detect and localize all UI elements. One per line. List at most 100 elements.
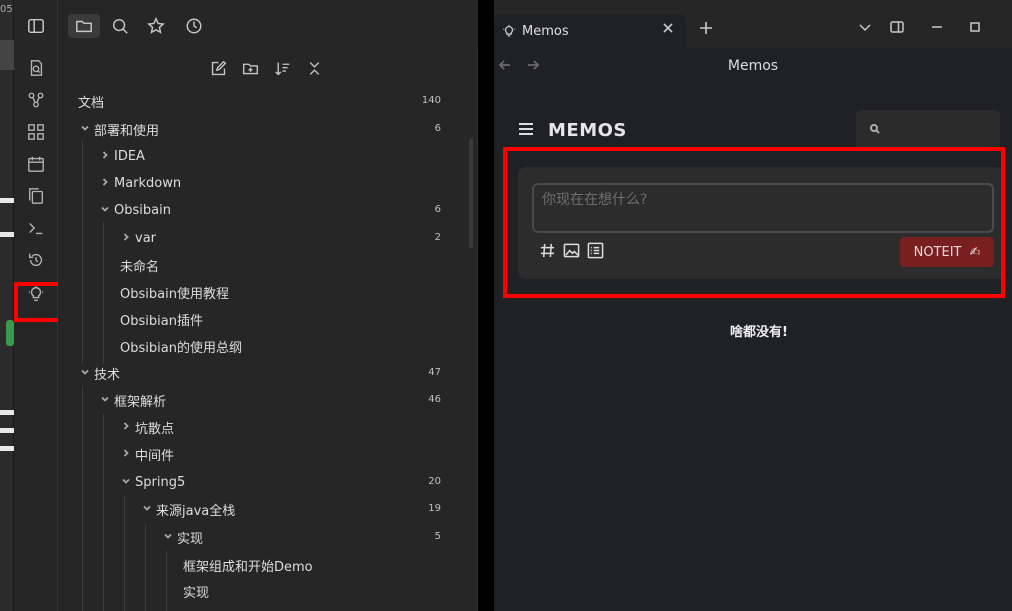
tree-folder-label: 实现 <box>177 531 204 547</box>
memos-search-box[interactable] <box>856 110 1000 150</box>
tab-title: Memos <box>522 23 569 39</box>
explorer-scrollbar[interactable] <box>469 138 473 248</box>
tree-folder[interactable]: 实现 <box>161 526 203 548</box>
sidebar-toggle-icon[interactable] <box>24 14 48 38</box>
chevron-down-icon <box>78 123 92 136</box>
tree-folder-label: Spring5 <box>135 474 186 490</box>
tree-folder[interactable]: Spring5 <box>119 471 185 493</box>
external-bar <box>0 410 14 415</box>
memos-pane: Memos Memos MEMOS 你现在在想什么? NOTEIT ✍ 啥都没有… <box>494 0 1012 611</box>
recent-clock-icon[interactable] <box>182 14 206 38</box>
hamburger-menu-icon[interactable] <box>518 121 534 141</box>
tree-item-count: 2 <box>434 232 441 243</box>
chevron-down-icon <box>119 476 133 489</box>
tree-guide <box>124 496 125 611</box>
copy-pages-icon[interactable] <box>26 186 46 206</box>
tree-folder-label: var <box>135 230 157 246</box>
close-icon[interactable] <box>662 22 678 38</box>
tree-item-count: 6 <box>434 123 441 134</box>
external-window-edge: 05 <box>0 0 14 611</box>
maximize-icon[interactable] <box>966 18 984 36</box>
file-explorer-folder-icon[interactable] <box>68 14 100 38</box>
tree-root-label: 文档 <box>78 95 105 111</box>
calendar-icon[interactable] <box>26 154 46 174</box>
tree-file[interactable]: 框架组成和开始Demo <box>183 554 313 576</box>
pane-divider[interactable] <box>478 0 494 611</box>
tree-root-vault[interactable]: 文档 <box>78 90 104 112</box>
tab-memos[interactable]: Memos <box>494 14 686 48</box>
empty-state-message: 啥都没有! <box>730 325 788 340</box>
tree-item-count: 6 <box>434 204 441 215</box>
tree-folder-label: 部署和使用 <box>94 123 160 139</box>
lightbulb-icon <box>502 24 516 38</box>
chevron-down-icon <box>78 367 92 380</box>
chevron-down-icon <box>161 531 175 544</box>
tree-folder[interactable]: IDEA <box>98 145 145 167</box>
tree-folder-label: Markdown <box>114 175 182 191</box>
tree-folder[interactable]: Markdown <box>98 172 181 194</box>
search-icon <box>870 123 880 138</box>
search-icon[interactable] <box>108 14 132 38</box>
chevron-right-icon <box>119 448 133 461</box>
view-header: Memos <box>494 48 1012 84</box>
chevron-down-icon <box>140 503 154 516</box>
tree-folder[interactable]: 来源java全栈 <box>140 498 235 520</box>
new-folder-icon[interactable] <box>240 58 260 78</box>
tree-folder[interactable]: 坑散点 <box>119 416 174 438</box>
tree-item-count: 19 <box>428 503 441 514</box>
tree-folder-label: IDEA <box>114 148 145 164</box>
tree-guide <box>82 140 83 364</box>
history-icon[interactable] <box>26 250 46 270</box>
sort-icon[interactable] <box>272 58 292 78</box>
tree-file[interactable]: Obsibian插件 <box>120 308 203 330</box>
editor-highlight-box <box>503 147 1005 298</box>
minimize-icon[interactable] <box>928 18 946 36</box>
collapse-all-icon[interactable] <box>304 58 324 78</box>
tree-folder-label: 框架解析 <box>114 394 167 410</box>
tree-file-label: Obsibain使用教程 <box>120 286 229 302</box>
tree-folder-label: 技术 <box>94 367 121 383</box>
tab-list-chevron-down-icon[interactable] <box>856 18 874 36</box>
external-bar <box>0 198 14 203</box>
canvas-grid-icon[interactable] <box>26 122 46 142</box>
tree-item-count: 46 <box>428 394 441 405</box>
tab-bar: Memos <box>494 0 1012 48</box>
chevron-right-icon <box>98 177 112 190</box>
tree-file[interactable]: 实现 <box>183 580 209 602</box>
tree-folder[interactable]: var <box>119 227 156 249</box>
chevron-down-icon <box>98 394 112 407</box>
right-sidebar-toggle-icon[interactable] <box>888 18 906 36</box>
tree-folder-label: 中间件 <box>135 448 175 464</box>
tree-folder[interactable]: 部署和使用 <box>78 118 159 140</box>
graph-view-icon[interactable] <box>26 90 46 110</box>
tree-folder-label: 来源java全栈 <box>156 503 236 519</box>
new-note-icon[interactable] <box>208 58 228 78</box>
tree-folder-label: 坑散点 <box>135 421 175 437</box>
ribbon-highlight-box <box>14 282 64 322</box>
tree-file-label: Obsibian的使用总纲 <box>120 340 242 356</box>
file-explorer: 文档 140 部署和使用 6 IDEA Markdown Obsibain 6 … <box>58 48 478 611</box>
tree-folder[interactable]: Obsibain <box>98 199 171 221</box>
tree-root-count: 140 <box>421 95 441 106</box>
sidebar-top-bar <box>28 0 478 48</box>
tree-file[interactable]: 未命名 <box>120 254 159 276</box>
tree-guide <box>103 222 104 364</box>
memos-header: MEMOS <box>518 120 627 141</box>
new-tab-plus-icon[interactable] <box>698 20 716 38</box>
external-block <box>0 40 14 70</box>
external-bar <box>0 446 14 451</box>
tree-folder-label: Obsibain <box>114 202 171 218</box>
tree-file-label: 实现 <box>183 585 210 601</box>
external-bar <box>0 428 14 433</box>
tree-folder[interactable]: 中间件 <box>119 443 174 465</box>
tree-folder[interactable]: 技术 <box>78 362 120 384</box>
bookmark-star-icon[interactable] <box>144 14 168 38</box>
tree-file[interactable]: Obsibian的使用总纲 <box>120 335 242 357</box>
tree-folder[interactable]: 框架解析 <box>98 389 166 411</box>
external-bar <box>0 232 14 237</box>
tree-file[interactable]: Obsibain使用教程 <box>120 281 229 303</box>
chevron-down-icon <box>98 204 112 217</box>
open-quick-switcher-icon[interactable] <box>26 58 46 78</box>
terminal-icon[interactable] <box>26 218 46 238</box>
view-title: Memos <box>727 58 779 74</box>
